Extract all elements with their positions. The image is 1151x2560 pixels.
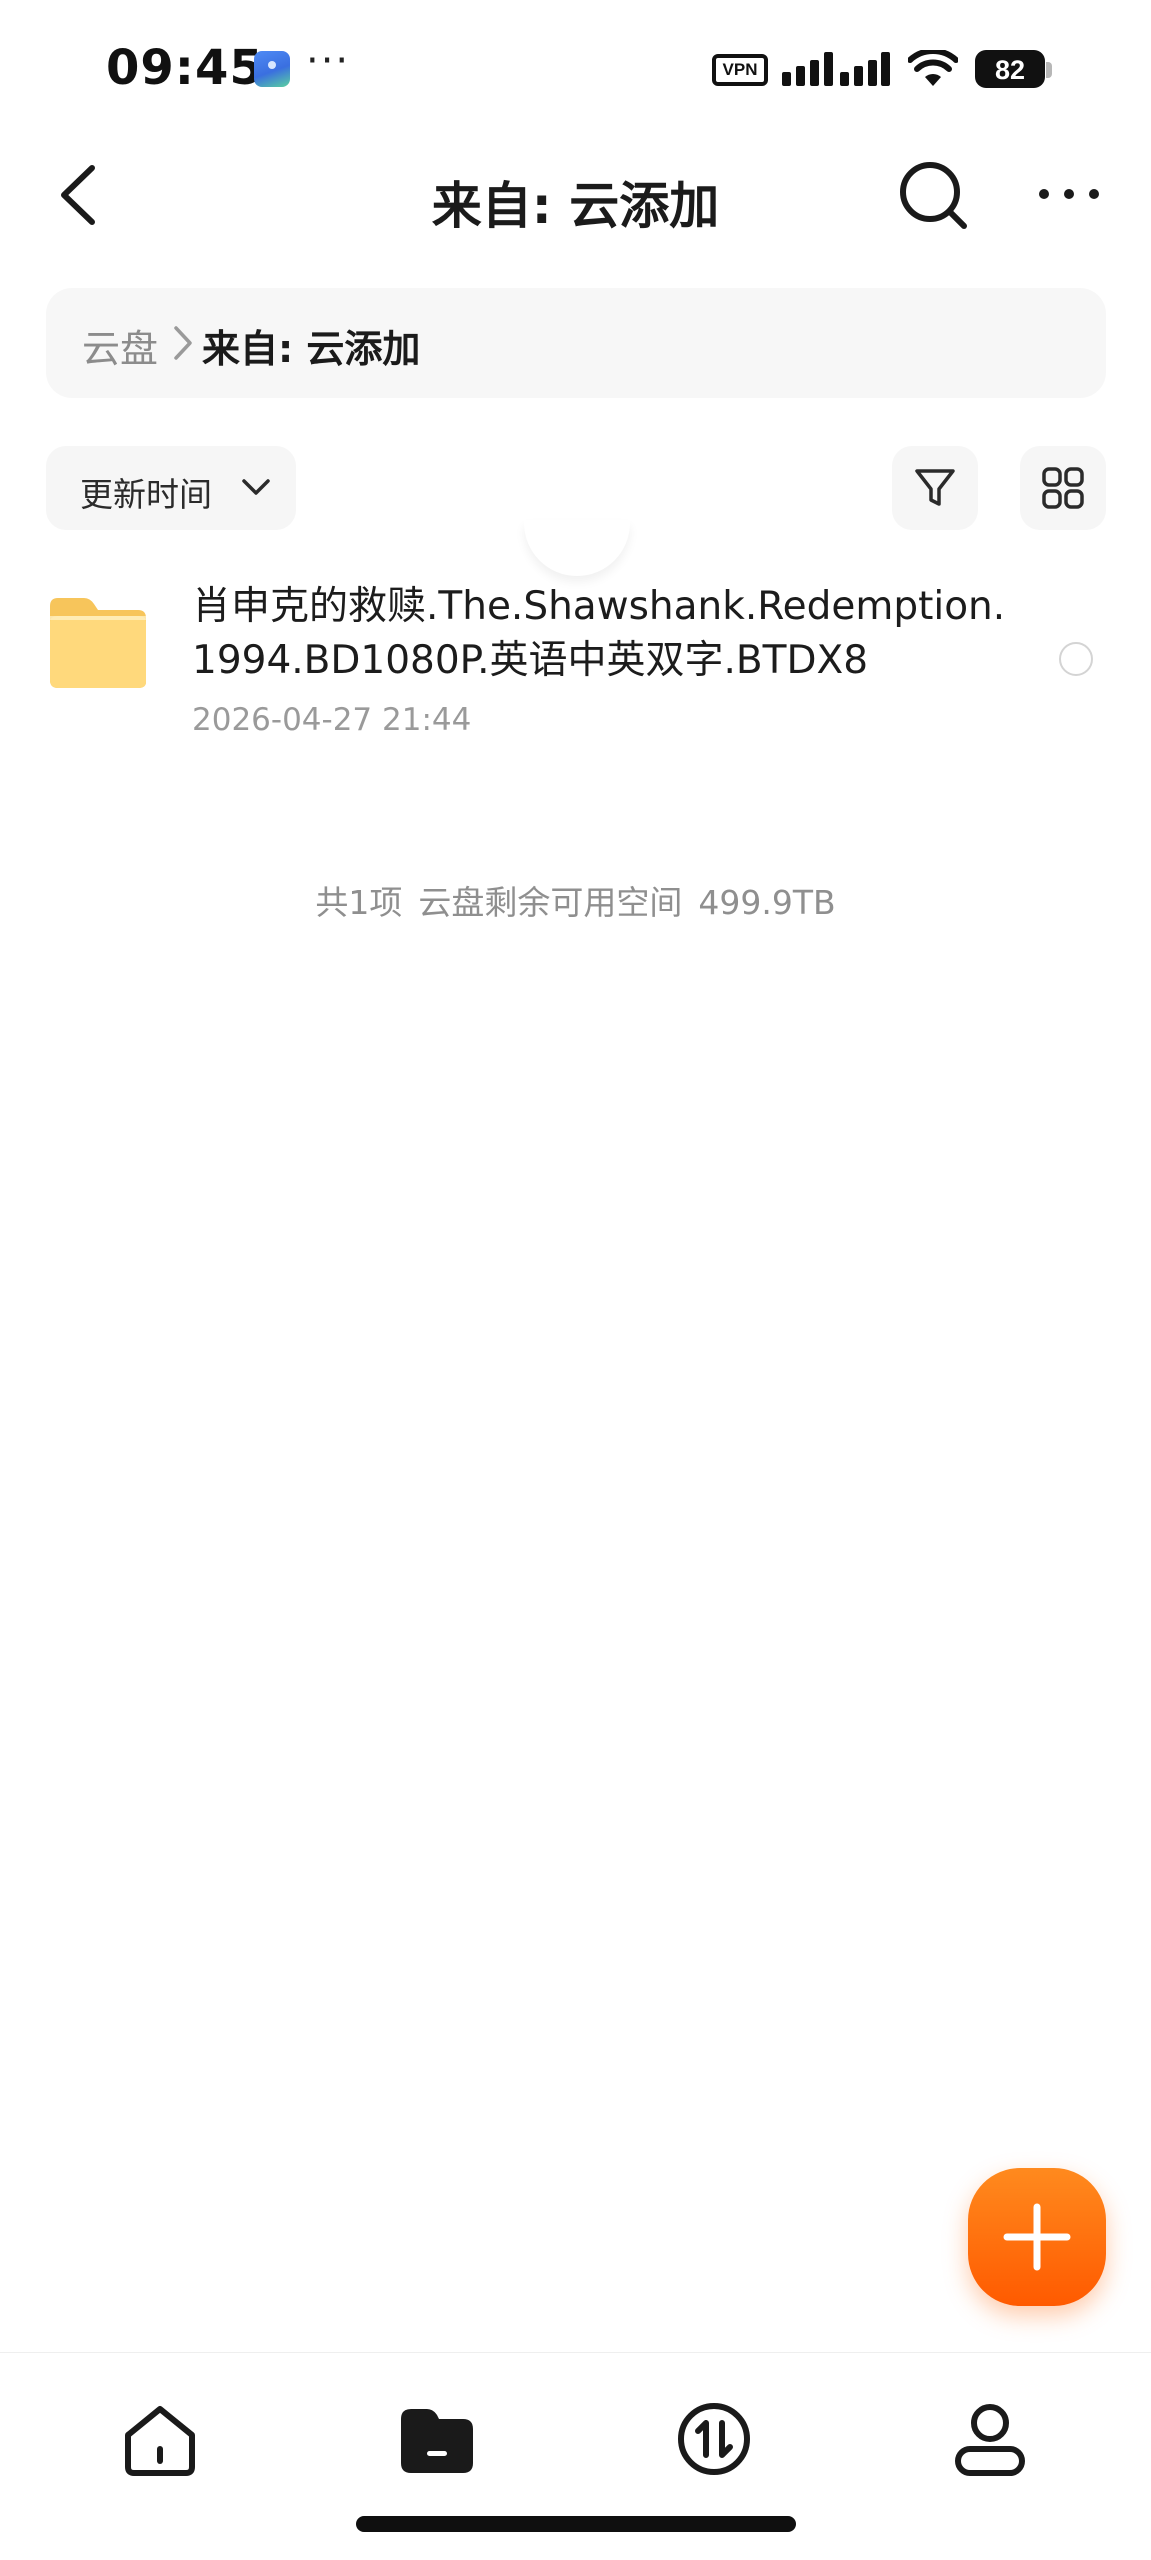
filter-button[interactable] <box>892 446 978 530</box>
folder-icon <box>50 598 146 688</box>
signal-icon <box>782 52 890 86</box>
status-time: 09:45 <box>106 40 264 96</box>
add-button[interactable] <box>968 2168 1106 2306</box>
header: 来自: 云添加 <box>0 140 1151 250</box>
breadcrumb-root[interactable]: 云盘 <box>82 318 158 373</box>
home-indicator <box>356 2516 796 2532</box>
item-count: 共1项 <box>315 883 403 922</box>
select-checkbox[interactable] <box>1059 642 1093 676</box>
battery-tip <box>1046 62 1052 78</box>
storage-summary: 共1项 云盘剩余可用空间 499.9TB <box>0 876 1151 924</box>
page-title: 来自: 云添加 <box>431 177 720 235</box>
profile-icon[interactable] <box>950 2399 1030 2479</box>
more-icon[interactable] <box>1036 174 1102 214</box>
space-label: 云盘剩余可用空间 <box>418 883 683 922</box>
plus-icon <box>1003 2203 1071 2271</box>
wifi-icon <box>908 50 958 86</box>
breadcrumb: 云盘 来自: 云添加 <box>46 288 1106 398</box>
vpn-icon: VPN <box>712 54 768 86</box>
chevron-right-icon <box>174 326 192 360</box>
pull-refresh-indicator <box>524 520 630 576</box>
search-icon[interactable] <box>896 158 970 232</box>
grid-view-button[interactable] <box>1020 446 1106 530</box>
status-bar: 09:45 ··· VPN 82 <box>0 0 1151 140</box>
breadcrumb-current: 来自: 云添加 <box>202 327 421 371</box>
folder-icon[interactable] <box>397 2399 477 2479</box>
battery-icon: 82 <box>975 50 1045 88</box>
battery-level: 82 <box>994 55 1026 85</box>
chevron-down-icon <box>242 479 270 495</box>
home-icon[interactable] <box>120 2399 200 2479</box>
space-value: 499.9TB <box>698 883 836 922</box>
filter-icon <box>915 469 955 506</box>
file-date: 2026-04-27 21:44 <box>192 702 472 738</box>
sort-label: 更新时间 <box>80 475 212 514</box>
grid-view-icon <box>1042 467 1084 509</box>
more-notifications-icon: ··· <box>306 38 351 84</box>
transfer-icon[interactable] <box>674 2399 754 2479</box>
app-notification-icon <box>254 51 290 87</box>
file-name: 肖申克的救赎.The.Shawshank.Redemption.1994.BD1… <box>192 584 1006 683</box>
list-item[interactable]: 肖申克的救赎.The.Shawshank.Redemption.1994.BD1… <box>0 570 1151 750</box>
sort-button[interactable]: 更新时间 <box>46 446 296 530</box>
